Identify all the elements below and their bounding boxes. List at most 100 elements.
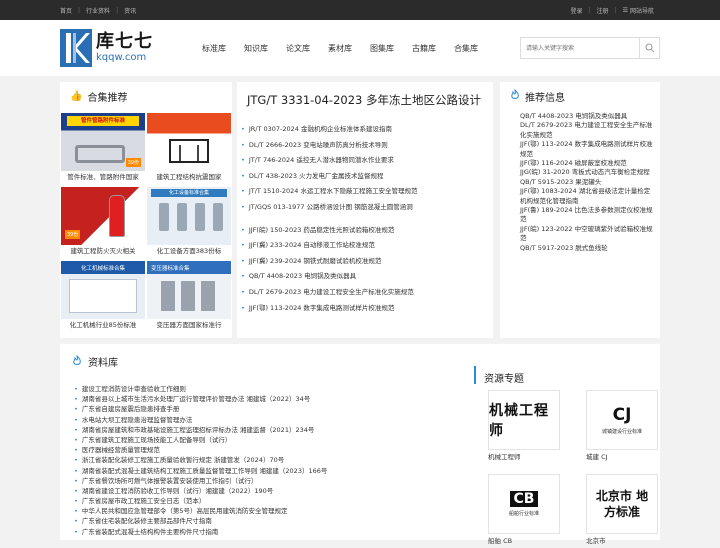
topic-caption: 机械工程师	[488, 453, 521, 461]
list-item[interactable]: 广东省建筑工程施工现场技能工人配备导则（试行）	[74, 435, 464, 445]
list-item[interactable]: JJG(皖) 31-2020 弯板式动态汽车衡检定规程	[520, 168, 654, 177]
list-item[interactable]: JT/T 1510-2024 水运工程水下隐蔽工程施工安全管理规范	[241, 184, 493, 200]
site-logo[interactable]: 库七七 kqqw.com	[60, 29, 180, 67]
list-item[interactable]: 广东省装配式混凝土结构构件主要构件尺寸指南	[74, 527, 464, 537]
list-item[interactable]: 建设工程消防设计审查验收工作细则	[74, 384, 464, 394]
list-item[interactable]: 水电站大坝工程隐患治理监督管理办法	[74, 415, 464, 425]
list-item[interactable]: DL/T 438-2023 火力发电厂金属技术监督规程	[241, 169, 493, 185]
thumbnail-banner: 变压器标准合集	[151, 266, 190, 272]
topic-thumbnail: 机械工程师	[488, 390, 560, 450]
list-item[interactable]: 广东省自建房屋震后隐患排查手册	[74, 404, 464, 414]
nav-knowledge[interactable]: 知识库	[244, 43, 268, 54]
list-item[interactable]: 中华人民共和国应急管理部令（第5号）高层民用建筑消防安全管理规定	[74, 506, 464, 516]
list-item[interactable]: 浙江省装配化装修工程施工质量验收暂行规定 浙建管发（2024）70号	[74, 455, 464, 465]
collection-caption: 变压器方面国家标准行	[156, 321, 222, 329]
list-item[interactable]: JJF(冀) 233-2024 自动移液工作站校准规范	[241, 238, 493, 254]
login-link[interactable]: 登录	[571, 6, 583, 15]
list-item[interactable]: DL/T 2666-2023 变电站噪声防真分析技术导则	[241, 138, 493, 154]
thumbnail-banner: 管件管路附件标准	[67, 116, 139, 126]
top-link-home[interactable]: 首页	[60, 6, 72, 15]
list-item[interactable]: 广东省住宅装配化装修主要部品部件尺寸指南	[74, 516, 464, 526]
search-button[interactable]	[639, 38, 659, 58]
list-item[interactable]: DL/T 2679-2023 电力建设工程安全生产标准化实施规范	[520, 121, 654, 140]
collection-item[interactable]: 建筑工程结构抗震国家	[147, 113, 231, 183]
list-item[interactable]: 医疗器械经营质量管理规范	[74, 445, 464, 455]
topic-art-subtext: 船舶行业标准	[508, 511, 539, 517]
topic-item[interactable]: CJ 城镇建设行业标准 城建 CJ	[586, 390, 658, 464]
list-item[interactable]: JJF(鄂) 1083-2024 湖北省县级法定计量检定机构规范化管理指南	[520, 187, 654, 206]
thumbnail-banner: 化工设备标准合集	[151, 189, 227, 197]
list-item[interactable]: 广东省餐饮场所可燃气体报警装置安装使用工作指引（试行）	[74, 476, 464, 486]
logo-k-icon	[60, 29, 92, 67]
header: 库七七 kqqw.com 标准库 知识库 论文库 素材库 图集库 古籍库 合集库	[0, 20, 720, 76]
list-item[interactable]: JJF(冀) 239-2024 钢铁式耐磨试验机校准规范	[241, 254, 493, 270]
register-link[interactable]: 注册	[597, 6, 609, 15]
list-item[interactable]: JT/GQS 013-1977 公路桥涵设计图 钢筋混凝土圆管涵洞	[241, 200, 493, 216]
list-item[interactable]: 湖南省建设工程消防验收工作导则（试行）湘建建（2022）190号	[74, 486, 464, 496]
section-divider	[474, 366, 476, 384]
list-item[interactable]: JR/T 0307-2024 金融机构企业标准体系建设指南	[241, 122, 493, 138]
featured-list: JR/T 0307-2024 金融机构企业标准体系建设指南 DL/T 2666-…	[237, 122, 493, 216]
machine-illustration	[69, 279, 137, 313]
collection-thumbnail: 变压器标准合集	[147, 261, 231, 319]
list-item[interactable]: QB/T 5915-2023 果泥罐头	[520, 178, 654, 187]
nav-atlas[interactable]: 图集库	[370, 43, 394, 54]
pipe-illustration	[75, 145, 125, 163]
library-title: 资料库	[88, 358, 118, 369]
separator: |	[78, 6, 81, 14]
list-item[interactable]: JJF(鲁) 189-2024 比色法多参数测定仪校准规范	[520, 206, 654, 225]
transformer-illustration	[161, 281, 175, 311]
nav-papers[interactable]: 论文库	[286, 43, 310, 54]
nav-collections[interactable]: 合集库	[454, 43, 478, 54]
list-item[interactable]: QB/T 4408-2023 电饲锅及类似器具	[520, 112, 654, 121]
list-item[interactable]: DL/T 2679-2023 电力建设工程安全生产标准化实施规范	[241, 285, 493, 301]
list-item[interactable]: JJF(皖) 123-2022 中空玻璃紫外试验箱校准规范	[520, 225, 654, 244]
topic-caption: 城建 CJ	[586, 453, 608, 461]
search-box	[520, 37, 660, 59]
nav-ancient-books[interactable]: 古籍库	[412, 43, 436, 54]
collection-caption: 建筑工程防火灭火相关	[70, 247, 136, 255]
top-link-news[interactable]: 资讯	[124, 6, 136, 15]
collection-thumbnail: 化工设备标准合集	[147, 187, 231, 245]
topic-art-text: 北京市 地方标准	[595, 489, 649, 519]
library-section: 资料库 建设工程消防设计审查验收工作细则 湖南省县以上城市生活污水处理厂运行管理…	[60, 344, 660, 545]
nav-standards[interactable]: 标准库	[202, 43, 226, 54]
topic-item[interactable]: CB 船舶行业标准 船舶 CB	[488, 474, 560, 548]
tank-illustration	[177, 203, 187, 231]
collection-thumbnail: 管件管路附件标准 39份	[61, 113, 145, 171]
collection-item[interactable]: 化工设备标准合集 化工设备方面383份标	[147, 187, 231, 257]
list-item[interactable]: 湖南省装配式混凝土建筑结构工程施工质量监督管理工作导则 湘建建（2023）166…	[74, 466, 464, 476]
separator: |	[614, 6, 617, 14]
collection-item[interactable]: 39份 建筑工程防火灭火相关	[61, 187, 145, 257]
top-link-industry[interactable]: 行业资料	[86, 6, 110, 15]
collection-item[interactable]: 变压器标准合集 变压器方面国家标准行	[147, 261, 231, 331]
recommend-list: QB/T 4408-2023 电饲锅及类似器具 DL/T 2679-2023 电…	[500, 110, 660, 253]
list-item[interactable]: 湖南省房屋建筑和市政基础设施工程监理招标评标办法 湘建监督（2021）234号	[74, 425, 464, 435]
topic-item[interactable]: 北京市 地方标准 北京市	[586, 474, 658, 548]
list-item[interactable]: JT/T 746-2024 遥控无人潜水器物同潜水作业要求	[241, 153, 493, 169]
tank-illustration	[213, 203, 223, 231]
collection-item[interactable]: 化工机械标准合集 化工机械行业85份标准	[61, 261, 145, 331]
list-item[interactable]: JJF(鄂) 113-2024 数字集成电路测试样片校准规范	[241, 301, 493, 317]
featured-title[interactable]: JTG/T 3331-04-2023 多年冻土地区公路设计	[237, 82, 493, 116]
list-item[interactable]: 湖南省县以上城市生活污水处理厂运行管理评价管理办法 湘建城（2022）34号	[74, 394, 464, 404]
count-badge: 39份	[125, 158, 141, 167]
list-item[interactable]: QB/T 4408-2023 电饲锅及类似器具	[241, 269, 493, 285]
list-item[interactable]: 广东省房屋市政工程施工安全日志（范本）	[74, 496, 464, 506]
library-list: 建设工程消防设计审查验收工作细则 湖南省县以上城市生活污水处理厂运行管理评价管理…	[74, 384, 464, 537]
list-item[interactable]: QB/T 5917-2023 脱式鱼线轮	[520, 244, 654, 253]
nav-materials[interactable]: 素材库	[328, 43, 352, 54]
thumbnail-banner: 化工机械标准合集	[80, 266, 125, 272]
list-item[interactable]: JJF(鄂) 113-2024 数字集成电路测试样片校准规范	[520, 140, 654, 159]
collection-caption: 化工机械行业85份标准	[69, 321, 137, 329]
topic-item[interactable]: 机械工程师 机械工程师	[488, 390, 560, 464]
topic-art-text: CJ	[612, 405, 632, 425]
site-nav-link[interactable]: 网站导航	[630, 6, 654, 15]
list-item[interactable]: JJF(皖) 150-2023 药品稳定性光照试验箱校准规范	[241, 223, 493, 239]
recommend-panel: 推荐信息 QB/T 4408-2023 电饲锅及类似器具 DL/T 2679-2…	[500, 82, 660, 338]
thumbs-up-icon: 👍	[70, 90, 83, 102]
transformer-illustration	[181, 281, 195, 311]
main-nav: 标准库 知识库 论文库 素材库 图集库 古籍库 合集库	[202, 43, 496, 54]
search-input[interactable]	[521, 38, 639, 58]
collection-item[interactable]: 管件管路附件标准 39份 管件标准、管路附件国家	[61, 113, 145, 183]
